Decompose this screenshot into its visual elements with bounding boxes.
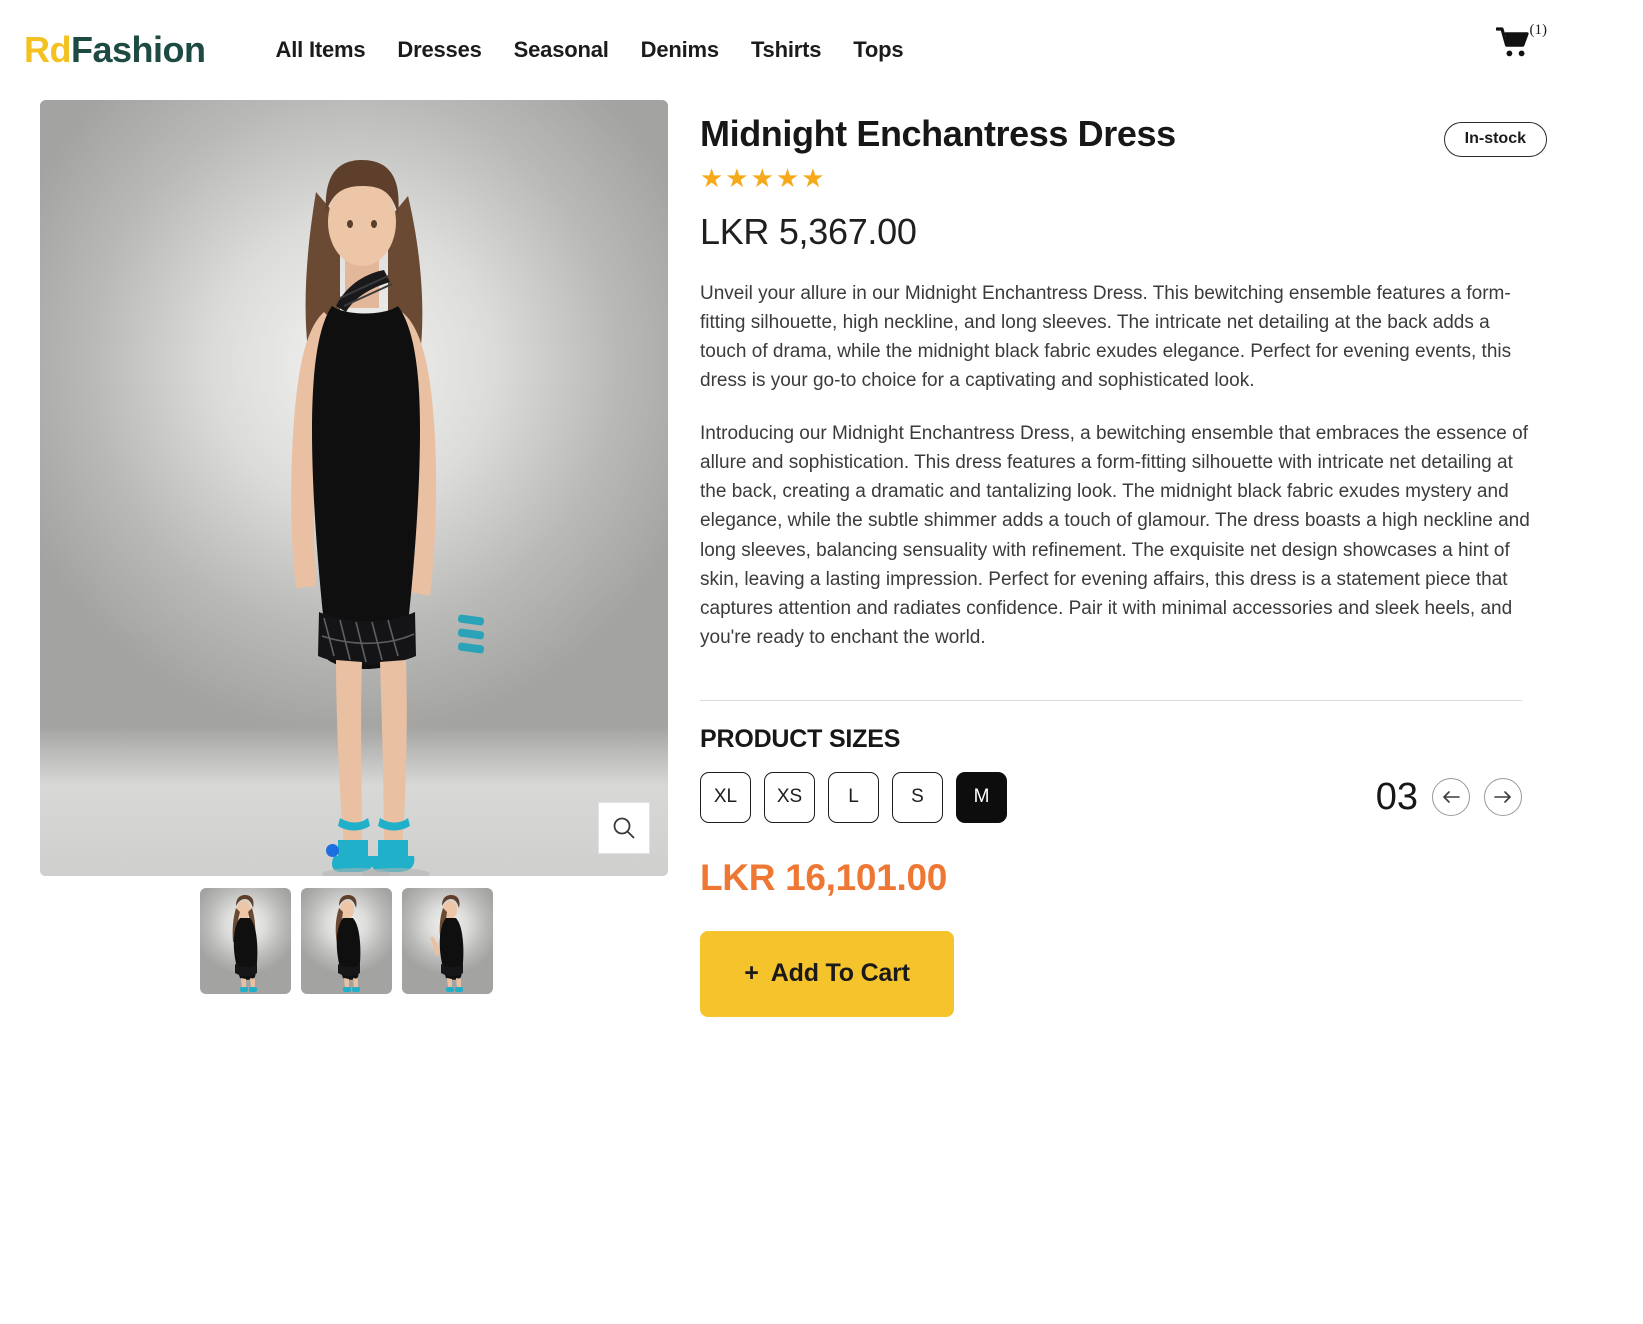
product-description-2: Introducing our Midnight Enchantress Dre… — [700, 423, 1530, 648]
product-sizes-heading: PRODUCT SIZES — [700, 724, 901, 753]
arrow-left-icon[interactable] — [1432, 778, 1470, 817]
thumbnail-strip — [200, 888, 668, 994]
section-divider — [700, 699, 1522, 701]
quantity-stepper: 03 — [1376, 776, 1522, 819]
brand-logo-prefix: Rd — [24, 29, 72, 70]
sizes-and-quantity-row: XL XS L S M 03 — [700, 771, 1522, 823]
nav-item-all-items[interactable]: All Items — [276, 37, 366, 63]
nav-item-seasonal[interactable]: Seasonal — [514, 37, 609, 63]
size-option-s[interactable]: S — [892, 771, 943, 823]
product-price: LKR 5,367.00 — [700, 211, 917, 252]
arrow-right-icon[interactable] — [1484, 778, 1522, 817]
nav-item-tops[interactable]: Tops — [853, 37, 903, 63]
main-navigation: All Items Dresses Seasonal Denims Tshirt… — [276, 37, 904, 63]
product-details: Midnight Enchantress Dress In-stock ★★★★… — [668, 100, 1643, 1017]
product-description-1: Unveil your allure in our Midnight Encha… — [700, 283, 1512, 392]
plus-icon: + — [744, 959, 759, 988]
cart-count-badge: (1) — [1529, 22, 1548, 38]
title-row: Midnight Enchantress Dress In-stock — [700, 114, 1547, 157]
image-dot-indicator[interactable] — [326, 844, 339, 857]
product-hero-image[interactable] — [40, 100, 668, 876]
quantity-value: 03 — [1375, 775, 1418, 818]
total-price: LKR 16,101.00 — [700, 856, 948, 898]
size-option-xs[interactable]: XS — [764, 771, 815, 823]
nav-item-tshirts[interactable]: Tshirts — [751, 37, 822, 63]
add-to-cart-button[interactable]: + Add To Cart — [700, 930, 954, 1017]
size-option-xl[interactable]: XL — [700, 771, 751, 823]
brand-logo-suffix: Fashion — [71, 29, 206, 70]
product-title: Midnight Enchantress Dress — [700, 113, 1176, 154]
thumbnail-1[interactable] — [200, 888, 291, 994]
nav-item-dresses[interactable]: Dresses — [397, 37, 481, 63]
rating-stars: ★★★★★ — [700, 163, 827, 193]
thumbnail-2[interactable] — [301, 888, 392, 994]
nav-item-denims[interactable]: Denims — [641, 37, 719, 63]
cart-button[interactable]: (1) — [1494, 22, 1547, 63]
model-figure — [40, 100, 668, 876]
product-page-main: Midnight Enchantress Dress In-stock ★★★★… — [0, 100, 1643, 1017]
product-gallery — [40, 100, 668, 1017]
size-option-l[interactable]: L — [828, 771, 879, 823]
thumbnail-3[interactable] — [402, 888, 493, 994]
stock-status-badge: In-stock — [1443, 122, 1547, 157]
size-option-m[interactable]: M — [956, 771, 1007, 823]
size-option-list: XL XS L S M — [700, 771, 1007, 823]
site-header: RdFashion All Items Dresses Seasonal Den… — [0, 0, 1643, 100]
magnifier-icon[interactable] — [598, 802, 650, 854]
brand-logo[interactable]: RdFashion — [24, 29, 206, 71]
shopping-cart-icon — [1494, 26, 1532, 63]
add-to-cart-label: Add To Cart — [770, 959, 910, 988]
